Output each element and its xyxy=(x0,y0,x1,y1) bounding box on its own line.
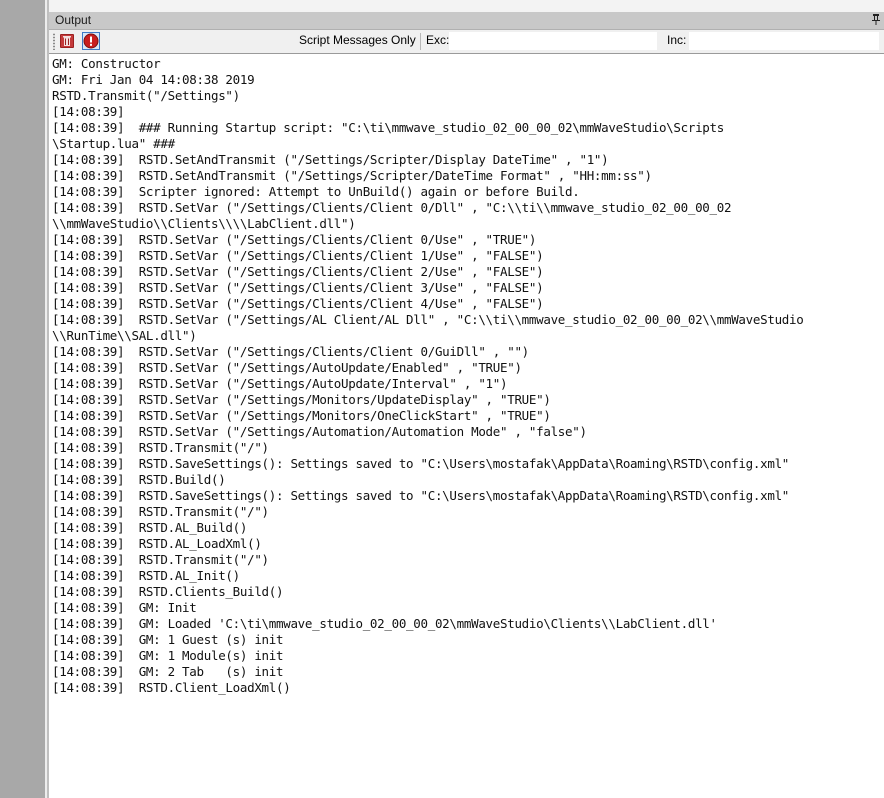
log-line: [14:08:39] RSTD.Transmit("/") xyxy=(52,552,269,567)
log-line: [14:08:39] RSTD.SetVar ("/Settings/AutoU… xyxy=(52,376,508,391)
log-line: [14:08:39] RSTD.SetVar ("/Settings/Monit… xyxy=(52,392,551,407)
log-line: \\RunTime\\SAL.dll") xyxy=(52,328,197,343)
log-line: [14:08:39] GM: 1 Guest (s) init xyxy=(52,632,284,647)
left-dock-strip xyxy=(0,0,45,798)
clear-output-button[interactable] xyxy=(58,32,76,50)
log-line: [14:08:39] RSTD.SetVar ("/Settings/Clien… xyxy=(52,200,732,215)
log-line: [14:08:39] Scripter ignored: Attempt to … xyxy=(52,184,580,199)
log-line: [14:08:39] RSTD.SetVar ("/Settings/Clien… xyxy=(52,296,544,311)
log-line: [14:08:39] RSTD.SetVar ("/Settings/Clien… xyxy=(52,248,544,263)
log-line: [14:08:39] RSTD.AL_Build() xyxy=(52,520,248,535)
log-line: \\mmWaveStudio\\Clients\\\\LabClient.dll… xyxy=(52,216,356,231)
inc-label: Inc: xyxy=(667,33,687,47)
log-line: [14:08:39] RSTD.SetVar ("/Settings/Clien… xyxy=(52,280,544,295)
exc-filter-input[interactable] xyxy=(449,32,657,50)
log-line: [14:08:39] RSTD.SetVar ("/Settings/AutoU… xyxy=(52,360,522,375)
log-line: [14:08:39] GM: 2 Tab (s) init xyxy=(52,664,284,679)
stop-icon xyxy=(83,33,99,49)
log-line: [14:08:39] xyxy=(52,104,125,119)
clear-output-icon xyxy=(60,34,74,48)
stop-script-button[interactable] xyxy=(82,32,100,50)
log-line: [14:08:39] RSTD.AL_Init() xyxy=(52,568,240,583)
log-line: [14:08:39] RSTD.SetVar ("/Settings/Autom… xyxy=(52,424,587,439)
log-line: [14:08:39] GM: Loaded 'C:\ti\mmwave_stud… xyxy=(52,616,717,631)
log-line: [14:08:39] RSTD.SetVar ("/Settings/Clien… xyxy=(52,264,544,279)
pin-icon[interactable] xyxy=(872,13,880,25)
log-line: [14:08:39] RSTD.SaveSettings(): Settings… xyxy=(52,488,790,503)
log-line: RSTD.Transmit("/Settings") xyxy=(52,88,240,103)
toolbar-separator xyxy=(420,33,421,50)
log-line: [14:08:39] RSTD.SetVar ("/Settings/Monit… xyxy=(52,408,551,423)
script-messages-only-toggle[interactable]: Script Messages Only xyxy=(299,33,416,47)
log-line: GM: Constructor xyxy=(52,56,161,71)
top-strip xyxy=(49,0,884,12)
exc-label: Exc: xyxy=(426,33,450,47)
log-line: [14:08:39] RSTD.Build() xyxy=(52,472,226,487)
log-line: \Startup.lua" ### xyxy=(52,136,175,151)
panel-title: Output xyxy=(55,13,92,27)
log-line: GM: Fri Jan 04 14:08:38 2019 xyxy=(52,72,255,87)
log-line: [14:08:39] RSTD.Client_LoadXml() xyxy=(52,680,291,695)
toolbar-grip[interactable] xyxy=(53,33,55,50)
log-line: [14:08:39] RSTD.Transmit("/") xyxy=(52,440,269,455)
log-line: [14:08:39] ### Running Startup script: "… xyxy=(52,120,724,135)
log-line: [14:08:39] RSTD.Clients_Build() xyxy=(52,584,284,599)
output-panel-title-bar[interactable]: Output xyxy=(49,12,884,30)
log-line: [14:08:39] RSTD.SetVar ("/Settings/Clien… xyxy=(52,344,529,359)
panel-left-edge xyxy=(47,0,49,798)
log-line: [14:08:39] RSTD.SetVar ("/Settings/AL Cl… xyxy=(52,312,804,327)
inc-filter-input[interactable] xyxy=(689,32,879,50)
log-line: [14:08:39] RSTD.SaveSettings(): Settings… xyxy=(52,456,790,471)
log-line: [14:08:39] RSTD.SetAndTransmit ("/Settin… xyxy=(52,152,609,167)
log-line: [14:08:39] RSTD.SetVar ("/Settings/Clien… xyxy=(52,232,537,247)
log-line: [14:08:39] RSTD.Transmit("/") xyxy=(52,504,269,519)
output-log[interactable]: GM: Constructor GM: Fri Jan 04 14:08:38 2… xyxy=(50,56,884,798)
output-toolbar: Script Messages Only Exc: Inc: xyxy=(49,30,884,54)
log-line: [14:08:39] RSTD.SetAndTransmit ("/Settin… xyxy=(52,168,652,183)
log-line: [14:08:39] RSTD.AL_LoadXml() xyxy=(52,536,262,551)
log-line: [14:08:39] GM: Init xyxy=(52,600,197,615)
log-line: [14:08:39] GM: 1 Module(s) init xyxy=(52,648,284,663)
